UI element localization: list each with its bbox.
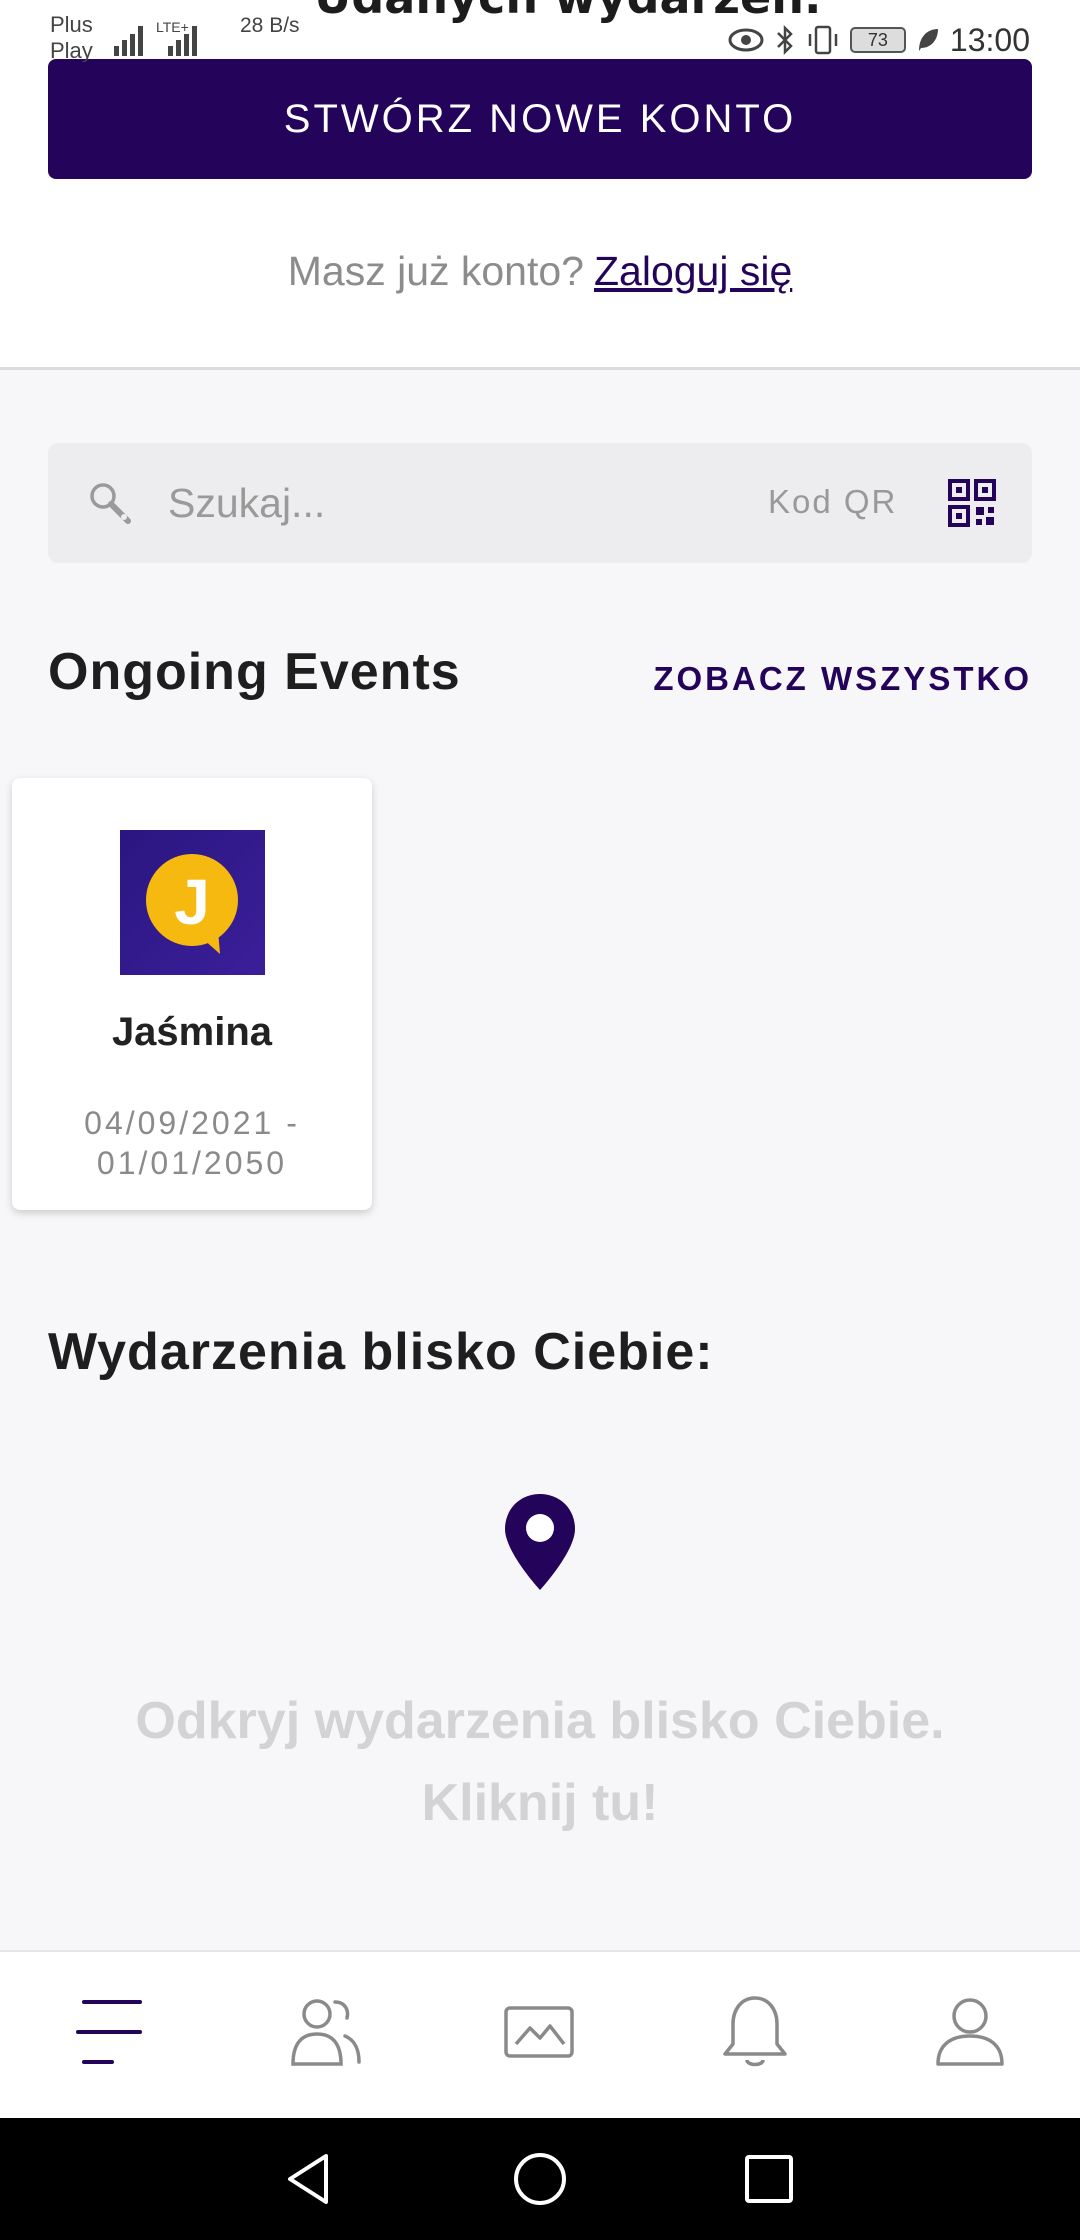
menu-icon[interactable] — [70, 1992, 150, 2072]
create-account-button[interactable]: STWÓRZ NOWE KONTO — [48, 59, 1032, 179]
gallery-icon[interactable] — [500, 1992, 580, 2072]
account-section: STWÓRZ NOWE KONTO Masz już konto? Zaloguj… — [0, 0, 1080, 370]
event-dates: 04/09/2021 - 01/01/2050 — [84, 1105, 300, 1181]
login-link[interactable]: Zaloguj się — [594, 248, 792, 294]
discover-nearby-cta[interactable]: Odkryj wydarzenia blisko Ciebie. Kliknij… — [0, 1680, 1080, 1844]
location-pin-icon[interactable] — [502, 1492, 578, 1592]
back-icon[interactable] — [278, 2148, 340, 2210]
qr-code-label[interactable]: Kod QR — [768, 483, 897, 521]
bottom-navigation — [0, 1950, 1080, 2118]
people-icon[interactable] — [285, 1992, 365, 2072]
ongoing-events-title: Ongoing Events — [48, 643, 461, 701]
event-logo-icon: J — [146, 854, 238, 954]
search-icon — [90, 483, 131, 524]
login-row: Masz już konto? Zaloguj się — [0, 248, 1080, 295]
nearby-events-title: Wydarzenia blisko Ciebie: — [48, 1323, 714, 1381]
see-all-link[interactable]: ZOBACZ WSZYSTKO — [653, 660, 1032, 698]
search-bar[interactable]: Kod QR — [48, 443, 1032, 563]
event-card[interactable]: J Jaśmina 04/09/2021 - 01/01/2050 — [12, 778, 372, 1210]
event-name: Jaśmina — [111, 1010, 273, 1054]
system-navigation-bar — [0, 2118, 1080, 2240]
profile-icon[interactable] — [930, 1992, 1010, 2072]
login-prompt: Masz już konto? — [287, 248, 584, 294]
recents-icon[interactable] — [738, 2148, 800, 2210]
nearby-cta-line2: Kliknij tu! — [421, 1774, 659, 1832]
event-logo: J — [120, 830, 265, 975]
bell-icon[interactable] — [715, 1992, 795, 2072]
qr-code-icon[interactable] — [946, 477, 998, 529]
search-input[interactable] — [166, 469, 686, 537]
nearby-cta-line1: Odkryj wydarzenia blisko Ciebie. — [135, 1692, 945, 1750]
event-logo-letter: J — [174, 866, 210, 938]
home-icon[interactable] — [509, 2148, 571, 2210]
